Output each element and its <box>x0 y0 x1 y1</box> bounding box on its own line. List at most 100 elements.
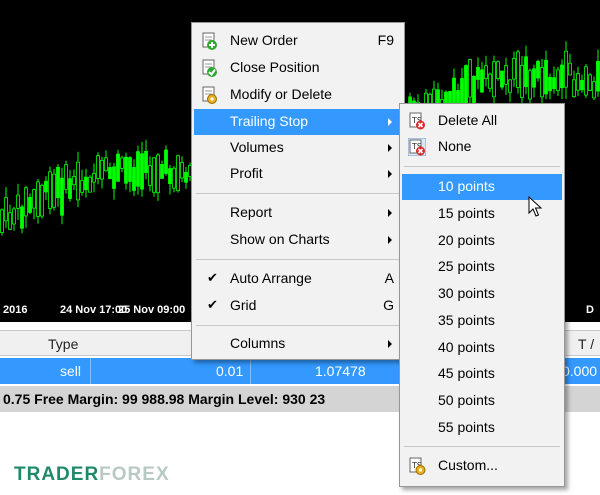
menu-separator <box>196 325 400 326</box>
candle-body <box>180 162 184 179</box>
candle-body <box>576 73 580 91</box>
menu-item-show-on-charts[interactable]: Show on Charts <box>194 227 402 253</box>
candle-body <box>88 176 92 193</box>
candle-body <box>584 66 588 96</box>
candle-body <box>172 167 176 189</box>
submenu-arrow-icon <box>388 236 392 244</box>
candle-body <box>524 56 528 88</box>
candle-body <box>156 154 160 194</box>
candle-body <box>588 74 592 91</box>
submenu-item-none[interactable]: TS None <box>402 134 562 160</box>
checkmark-icon: ✔ <box>207 270 218 285</box>
candle-body <box>164 149 168 174</box>
candle-body <box>504 65 508 85</box>
candle-body <box>140 153 144 190</box>
menu-item-volumes[interactable]: Volumes <box>194 135 402 161</box>
modify-order-icon <box>202 86 217 104</box>
candle-body <box>560 64 564 89</box>
candle-body <box>540 67 544 98</box>
submenu-item-delete-all[interactable]: TS Delete All <box>402 108 562 134</box>
submenu-item-points[interactable]: 50 points <box>402 388 562 414</box>
column-header-type[interactable]: Type <box>48 336 78 352</box>
submenu-item-label: None <box>438 138 472 154</box>
candle-body <box>536 60 540 79</box>
column-header-tp[interactable]: T / <box>578 336 594 352</box>
submenu-item-custom[interactable]: TS Custom... <box>402 453 562 479</box>
context-menu: New Order F9 Close Position Modify or De… <box>191 22 405 360</box>
menu-item-profit[interactable]: Profit <box>194 161 402 187</box>
candle-body <box>92 173 96 183</box>
candle-body <box>116 153 120 182</box>
candle-body <box>508 79 512 93</box>
menu-item-label: Grid <box>230 297 257 313</box>
candle-body <box>24 187 28 217</box>
menu-item-new-order[interactable]: New Order F9 <box>194 28 402 54</box>
candle-body <box>136 151 140 187</box>
candle-body <box>184 172 188 183</box>
candle-body <box>148 165 152 186</box>
menu-item-grid[interactable]: ✔ Grid G <box>194 293 402 319</box>
candle-body <box>480 69 484 93</box>
candle-body <box>544 59 548 95</box>
submenu-item-points[interactable]: 30 points <box>402 281 562 307</box>
submenu-item-points[interactable]: 35 points <box>402 308 562 334</box>
candle-body <box>556 69 560 92</box>
none-icon: TS <box>408 138 426 156</box>
candle-body <box>568 62 572 76</box>
candle-body <box>76 161 80 201</box>
candle-body <box>100 159 104 180</box>
submenu-item-label: 40 points <box>438 339 495 355</box>
candle-body <box>464 65 468 104</box>
submenu-item-points[interactable]: 25 points <box>402 254 562 280</box>
candle-body <box>528 70 532 100</box>
candle-body <box>12 208 16 225</box>
candle-body <box>596 60 600 92</box>
submenu-item-points[interactable]: 45 points <box>402 361 562 387</box>
menu-item-label: Profit <box>230 165 263 181</box>
candle-body <box>36 181 40 217</box>
candle-body <box>532 68 536 88</box>
menu-item-label: Volumes <box>230 139 284 155</box>
menu-item-label: Modify or Delete <box>230 86 332 102</box>
candle-body <box>68 178 72 199</box>
submenu-item-points[interactable]: 20 points <box>402 228 562 254</box>
candle-body <box>492 61 496 98</box>
menu-item-columns[interactable]: Columns <box>194 331 402 357</box>
shortcut-label: F9 <box>377 32 394 48</box>
candle-body <box>548 76 552 92</box>
candle-body <box>16 194 20 209</box>
candle-body <box>48 171 52 209</box>
menu-item-modify-delete[interactable]: Modify or Delete <box>194 82 402 108</box>
candle-body <box>152 157 156 193</box>
candle-body <box>500 70 504 88</box>
candle-body <box>512 58 516 80</box>
candle-body <box>516 51 520 88</box>
candle-body <box>132 167 136 191</box>
candle-body <box>436 89 440 104</box>
cell-volume: 0.01 <box>216 363 244 379</box>
menu-item-auto-arrange[interactable]: ✔ Auto Arrange A <box>194 266 402 292</box>
candle-body <box>60 177 64 216</box>
submenu-item-points[interactable]: 40 points <box>402 335 562 361</box>
submenu-item-label: 35 points <box>438 312 495 328</box>
new-order-icon <box>202 32 217 50</box>
close-position-icon <box>202 59 217 77</box>
candle-body <box>124 156 128 184</box>
submenu-item-points[interactable]: 55 points <box>402 415 562 441</box>
candle-body <box>56 167 60 199</box>
candle-body <box>476 67 480 80</box>
cell-price: 1.07478 <box>315 363 366 379</box>
submenu-item-label: Delete All <box>438 112 498 128</box>
menu-item-close-position[interactable]: Close Position <box>194 55 402 81</box>
menu-item-report[interactable]: Report <box>194 200 402 226</box>
menu-item-trailing-stop[interactable]: Trailing Stop <box>194 109 402 135</box>
submenu-item-label: 55 points <box>438 419 495 435</box>
shortcut-label: G <box>383 297 394 313</box>
candle-body <box>28 197 32 213</box>
candle-body <box>44 180 48 193</box>
candle-body <box>72 176 76 186</box>
candle-body <box>468 59 472 98</box>
candle-body <box>472 76 476 105</box>
submenu-item-label: 25 points <box>438 258 495 274</box>
trailing-stop-submenu: TS Delete All TS None 10 points 15 point… <box>399 103 565 487</box>
